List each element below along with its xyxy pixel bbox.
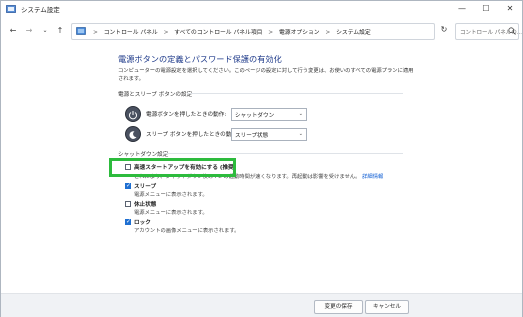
title-bar: システム設定 — ☐ ✕ [1,1,522,19]
address-bar[interactable]: > コントロール パネル > すべてのコントロール パネル項目 > 電源オプショ… [71,23,495,40]
sleep-button-icon [125,126,141,142]
forward-button[interactable]: → [23,24,35,38]
address-bar-row: ← → ⌄ ↑ > コントロール パネル > すべてのコントロール パネル項目 … [1,20,522,42]
power-button-action-select[interactable]: シャットダウン ⌄ [231,108,307,121]
breadcrumb-separator: > [163,30,169,36]
section-divider [163,153,403,154]
lock-label[interactable]: ロック [134,218,151,226]
window: システム設定 — ☐ ✕ ← → ⌄ ↑ > コントロール パネル > すべての… [0,0,523,317]
lock-description: アカウントの画像メニューに表示されます。 [134,228,240,234]
breadcrumb: > コントロール パネル > すべてのコントロール パネル項目 > 電源オプショ… [89,27,371,36]
close-button[interactable]: ✕ [499,1,521,17]
sleep-button-label: スリープ ボタンを押したときの動作: [146,132,239,138]
window-title: システム設定 [21,6,60,14]
section-divider [187,93,403,94]
breadcrumb-separator: > [268,30,274,36]
maximize-button[interactable]: ☐ [475,1,497,17]
power-buttons-section-title: 電源とスリープ ボタンの設定 [118,92,193,98]
main-content: 電源ボタンの定義とパスワード保護の有効化 コンピューターの電源設定を選択してくだ… [1,43,522,293]
refresh-button[interactable]: ↻ [437,23,451,37]
power-button-icon [125,106,141,122]
cancel-button[interactable]: キャンセル [365,300,409,314]
sleep-button-action-value: スリープ状態 [235,133,269,139]
minimize-button[interactable]: — [451,1,473,17]
breadcrumb-system-settings[interactable]: システム設定 [336,30,371,36]
chevron-down-icon: ⌄ [298,111,303,117]
lock-checkbox[interactable] [125,218,131,225]
more-info-link[interactable]: 詳細情報 [362,174,383,180]
breadcrumb-separator: > [93,30,98,36]
chevron-down-icon: ⌄ [298,131,303,137]
search-icon [508,27,516,35]
sleep-button-action-select[interactable]: スリープ状態 ⌄ [231,128,307,141]
power-button-label: 電源ボタンを押したときの動作: [146,112,227,118]
control-panel-icon [76,27,86,35]
breadcrumb-control-panel[interactable]: コントロール パネル [104,30,158,36]
hibernate-description: 電源メニューに表示されます。 [134,210,208,216]
moon-icon [129,131,137,139]
shutdown-section-title: シャットダウン設定 [118,152,169,158]
sleep-checkbox[interactable] [125,182,131,189]
page-description: コンピューターの電源設定を選択してください。このページの設定に対して行う変更は、… [118,68,414,82]
back-button[interactable]: ← [7,24,19,38]
up-button[interactable]: ↑ [54,24,66,38]
page-title: 電源ボタンの定義とパスワード保護の有効化 [118,54,282,64]
hibernate-label[interactable]: 休止状態 [134,200,156,208]
save-changes-button[interactable]: 変更の保存 [314,300,363,314]
power-options-app-icon [6,5,16,13]
footer-bar: 変更の保存 キャンセル [1,293,522,317]
power-symbol-icon [129,111,137,120]
breadcrumb-all-items[interactable]: すべてのコントロール パネル項目 [174,30,262,36]
hibernate-checkbox[interactable] [125,201,131,207]
power-button-action-value: シャットダウン [235,113,275,119]
breadcrumb-power-options[interactable]: 電源オプション [279,30,320,36]
sleep-description: 電源メニューに表示されます。 [134,192,208,198]
breadcrumb-separator: > [325,30,331,36]
recent-locations-button[interactable]: ⌄ [39,24,51,38]
sleep-label[interactable]: スリープ [134,182,156,190]
highlight-box [109,158,236,177]
search-box[interactable]: コントロール パネルの... [455,23,522,40]
